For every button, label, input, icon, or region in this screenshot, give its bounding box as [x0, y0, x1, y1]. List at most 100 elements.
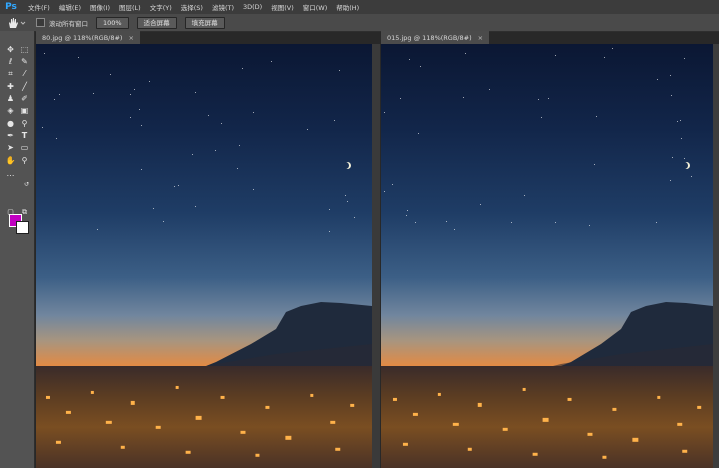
star [604, 57, 605, 58]
hand-tool-icon[interactable] [6, 17, 20, 29]
menu-view[interactable]: 视图(V) [271, 2, 294, 12]
star [97, 229, 98, 230]
options-bar: 滚动所有窗口 100% 适合屏幕 填充屏幕 [0, 14, 719, 32]
marquee-icon[interactable]: ⬚ [19, 44, 30, 55]
star [384, 112, 385, 113]
star [657, 79, 658, 80]
lasso-icon[interactable]: ℓ [5, 56, 16, 67]
star [684, 58, 685, 59]
menu-filter[interactable]: 滤镜(T) [212, 2, 234, 12]
star [384, 191, 385, 192]
star [691, 176, 692, 177]
star [463, 97, 464, 98]
blur-icon[interactable]: ● [5, 118, 16, 129]
star [677, 121, 678, 122]
crop-icon[interactable]: ⌗ [5, 68, 16, 79]
photoshop-logo: Ps [3, 1, 19, 13]
quick-select-icon[interactable]: ✎ [19, 56, 30, 67]
quick-mask-icon[interactable]: ▢ [5, 207, 16, 218]
path-select-icon[interactable]: ➤ [5, 142, 16, 153]
star [594, 164, 595, 165]
star [242, 68, 243, 69]
menu-window[interactable]: 窗口(W) [303, 2, 328, 12]
star [56, 138, 57, 139]
swap-colors-icon[interactable]: ↺ [21, 179, 32, 190]
moon [681, 162, 688, 169]
star [407, 210, 408, 211]
tab-doc-2[interactable]: 015.jpg @ 118%(RGB/8#) × [381, 31, 489, 44]
fit-screen-button[interactable]: 适合屏幕 [137, 17, 177, 29]
fill-screen-button[interactable]: 填充屏幕 [185, 17, 225, 29]
menu-select[interactable]: 选择(S) [181, 2, 203, 12]
move-icon[interactable]: ✥ [5, 44, 16, 55]
gradient-icon[interactable]: ▣ [19, 105, 30, 116]
menu-bar: Ps 文件(F) 编辑(E) 图像(I) 图层(L) 文字(Y) 选择(S) 滤… [0, 0, 719, 14]
star [524, 195, 525, 196]
city-lights [36, 366, 371, 468]
star [480, 204, 481, 205]
canvas-doc-1[interactable] [36, 44, 372, 468]
menu-file[interactable]: 文件(F) [28, 2, 50, 12]
screen-mode-icon[interactable]: ⧉ [19, 207, 30, 218]
more-tools-icon[interactable]: … [5, 168, 16, 179]
star [555, 222, 556, 223]
star [54, 99, 55, 100]
zoom-100-button[interactable]: 100% [96, 17, 129, 29]
eyedropper-icon[interactable]: ⁄ [19, 68, 30, 79]
star [541, 117, 542, 118]
eraser-icon[interactable]: ◈ [5, 105, 16, 116]
close-icon[interactable]: × [478, 34, 483, 42]
scroll-all-label: 滚动所有窗口 [49, 18, 88, 28]
star [253, 189, 254, 190]
menu-layer[interactable]: 图层(L) [119, 2, 141, 12]
star [130, 117, 131, 118]
star [195, 92, 196, 93]
star [672, 157, 673, 158]
tab-doc-1[interactable]: 80.jpg @ 118%(RGB/8#) × [36, 31, 140, 44]
star [406, 215, 407, 216]
star [347, 201, 348, 202]
zoom-icon[interactable]: ⚲ [19, 155, 30, 166]
menu-type[interactable]: 文字(Y) [150, 2, 172, 12]
background-color-swatch[interactable] [16, 221, 29, 234]
tab-doc-1-title: 80.jpg @ 118%(RGB/8#) [42, 34, 122, 42]
star [253, 112, 254, 113]
star [538, 99, 539, 100]
star [134, 89, 135, 90]
star [208, 115, 209, 116]
star [400, 98, 401, 99]
star [454, 229, 455, 230]
menu-edit[interactable]: 编辑(E) [59, 2, 81, 12]
moon [342, 162, 349, 169]
canvas-doc-2[interactable] [381, 44, 713, 468]
menu-help[interactable]: 帮助(H) [336, 2, 359, 12]
rectangle-icon[interactable]: ▭ [19, 142, 30, 153]
close-icon[interactable]: × [128, 34, 133, 42]
stamp-icon[interactable]: ♟ [5, 93, 16, 104]
history-brush-icon[interactable]: ✐ [19, 93, 30, 104]
brush-icon[interactable]: ╱ [19, 81, 30, 92]
star [329, 231, 330, 232]
right-scrollbar[interactable] [713, 44, 719, 468]
star [178, 185, 179, 186]
type-icon[interactable]: T [19, 130, 30, 141]
tools-panel: ✥ ⬚ ℓ ✎ ⌗ ⁄ ✚ ╱ ♟ ✐ ◈ ▣ ● ⚲ ✒ T ➤ ▭ ✋ ⚲ … [0, 31, 35, 468]
pen-icon[interactable]: ✒ [5, 130, 16, 141]
star [656, 222, 657, 223]
scroll-all-checkbox[interactable] [36, 18, 45, 27]
star [307, 129, 308, 130]
star [511, 222, 512, 223]
chevron-down-icon[interactable] [20, 18, 26, 28]
star [409, 59, 410, 60]
pane-divider[interactable] [372, 44, 380, 468]
dodge-icon[interactable]: ⚲ [19, 118, 30, 129]
hand-icon[interactable]: ✋ [5, 155, 16, 166]
star [596, 116, 597, 117]
star [44, 53, 45, 54]
menu-image[interactable]: 图像(I) [90, 2, 110, 12]
star [415, 222, 416, 223]
star [42, 127, 43, 128]
healing-icon[interactable]: ✚ [5, 81, 16, 92]
star [139, 109, 140, 110]
menu-3d[interactable]: 3D(D) [243, 3, 262, 11]
